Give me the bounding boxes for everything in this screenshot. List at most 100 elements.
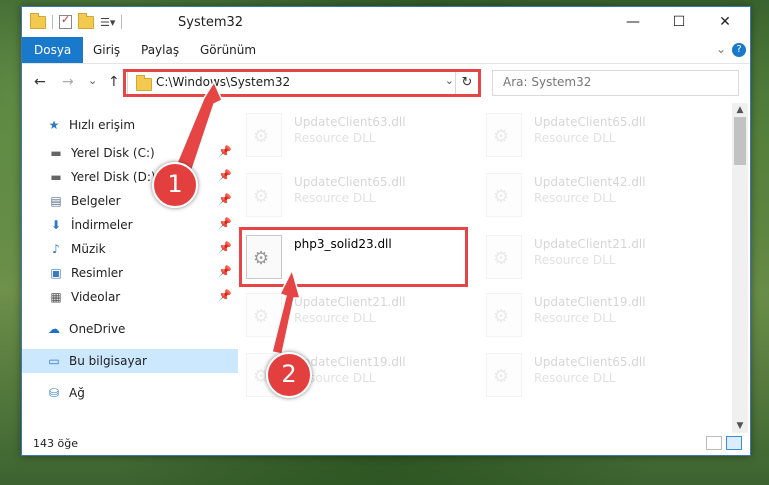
sidebar-item[interactable]: ▬ Yerel Disk (C:) 📌 [22, 141, 240, 165]
downloads-icon: ⬇ [50, 218, 62, 232]
file-item[interactable]: UpdateClient19.dll Resource DLL [486, 289, 716, 343]
tab-share[interactable]: Paylaş [129, 37, 191, 63]
sidebar-item[interactable]: ▦ Videolar 📌 [22, 285, 240, 309]
forward-button[interactable]: → [62, 74, 74, 90]
divider [52, 15, 53, 29]
navigation-pane: ★ Hızlı erişim ▬ Yerel Disk (C:) 📌 ▬ Yerel Dis… [22, 103, 238, 433]
sidebar-item-label: OneDrive [69, 322, 126, 336]
file-description: Resource DLL [534, 131, 616, 145]
pictures-icon: ▣ [50, 266, 62, 280]
dll-file-icon [246, 113, 282, 157]
file-description: Resource DLL [534, 311, 616, 325]
sidebar-item[interactable]: ♪ Müzik 📌 [22, 237, 240, 261]
up-button[interactable]: ↑ [108, 74, 120, 90]
properties-icon[interactable] [59, 13, 72, 29]
file-highlight-box [239, 227, 468, 287]
vertical-scrollbar[interactable]: ▲ ▼ [732, 103, 748, 433]
sidebar-item[interactable]: ⛁ Ağ [22, 381, 238, 405]
file-item[interactable]: UpdateClient65.dll Resource DLL [486, 349, 716, 403]
file-description: Resource DLL [534, 253, 616, 267]
pin-icon[interactable]: 📌 [218, 169, 232, 182]
file-item[interactable]: UpdateClient63.dll Resource DLL [246, 109, 476, 163]
file-description: Resource DLL [294, 131, 376, 145]
tiles-view-icon[interactable] [726, 436, 742, 450]
sidebar-item-label: İndirmeler [71, 218, 133, 232]
ribbon-expand-icon[interactable]: ⌄ [716, 42, 726, 56]
sidebar-item[interactable]: ★ Hızlı erişim [22, 113, 238, 137]
title-bar: ☰▾ System32 — ☐ ✕ [22, 7, 750, 37]
dll-file-icon [486, 353, 522, 397]
file-name: UpdateClient65.dll [534, 115, 646, 129]
window-title: System32 [178, 15, 244, 30]
sidebar-item[interactable]: ⬇ İndirmeler 📌 [22, 213, 240, 237]
sidebar-item-label: Hızlı erişim [69, 118, 136, 132]
step-marker-2: 2 [266, 352, 312, 398]
maximize-button[interactable]: ☐ [656, 7, 702, 37]
sidebar-item-label: Yerel Disk (D:) [71, 170, 156, 184]
file-description: Resource DLL [294, 311, 376, 325]
file-name: UpdateClient65.dll [534, 355, 646, 369]
scroll-down-icon[interactable]: ▼ [732, 421, 748, 431]
sidebar-item[interactable]: ▭ Bu bilgisayar [22, 349, 238, 373]
pin-icon[interactable]: 📌 [218, 265, 232, 278]
divider [121, 15, 123, 29]
dll-file-icon [486, 235, 522, 279]
pin-icon[interactable]: 📌 [218, 217, 232, 230]
file-name: UpdateClient19.dll [534, 295, 646, 309]
sidebar-item[interactable]: ▣ Resimler 📌 [22, 261, 240, 285]
tab-home[interactable]: Giriş [81, 37, 132, 63]
file-name: UpdateClient42.dll [534, 175, 646, 189]
search-input[interactable]: Ara: System32 [492, 70, 739, 96]
sidebar-item-label: Belgeler [71, 194, 121, 208]
item-count: 143 öğe [33, 437, 78, 450]
sidebar-item[interactable]: ▬ Yerel Disk (D:) 📌 [22, 165, 240, 189]
pin-icon[interactable]: 📌 [218, 241, 232, 254]
file-name: UpdateClient63.dll [294, 115, 406, 129]
sidebar-item-label: Yerel Disk (C:) [71, 146, 155, 160]
pin-icon[interactable]: 📌 [218, 289, 232, 302]
file-item[interactable]: UpdateClient65.dll Resource DLL [486, 109, 716, 163]
drive-icon: ▬ [50, 170, 62, 184]
close-button[interactable]: ✕ [702, 7, 748, 37]
sidebar-item[interactable]: ▤ Belgeler 📌 [22, 189, 240, 213]
tab-view[interactable]: Görünüm [188, 37, 268, 63]
sidebar-item-label: Videolar [71, 290, 121, 304]
scroll-up-icon[interactable]: ▲ [732, 105, 748, 115]
sidebar-item[interactable]: ☁ OneDrive [22, 317, 238, 341]
help-icon[interactable]: ? [732, 43, 746, 57]
file-description: Resource DLL [534, 191, 616, 205]
music-icon: ♪ [52, 242, 60, 256]
scrollbar-thumb[interactable] [734, 117, 746, 165]
sidebar-item-label: Ağ [69, 386, 85, 400]
recent-locations-button[interactable]: ⌄ [88, 74, 97, 87]
tab-file[interactable]: Dosya [22, 37, 84, 63]
file-item[interactable]: UpdateClient42.dll Resource DLL [486, 169, 716, 223]
documents-icon: ▤ [50, 194, 62, 208]
customize-toolbar-icon[interactable]: ☰▾ [100, 16, 115, 29]
back-button[interactable]: ← [34, 74, 46, 90]
search-placeholder: Ara: System32 [503, 75, 592, 89]
file-item[interactable]: UpdateClient21.dll Resource DLL [246, 289, 476, 343]
file-description: Resource DLL [294, 191, 376, 205]
step-marker-1: 1 [152, 162, 198, 208]
file-description: Resource DLL [534, 371, 616, 385]
ribbon-tabs: Dosya Giriş Paylaş Görünüm ⌄ ? [22, 37, 750, 64]
pin-icon[interactable]: 📌 [218, 193, 232, 206]
status-bar: 143 öğe [22, 433, 750, 455]
network-icon: ⛁ [48, 386, 60, 400]
file-name: UpdateClient21.dll [294, 295, 406, 309]
sidebar-item-label: Resimler [71, 266, 124, 280]
folder-icon [30, 12, 46, 29]
pin-icon[interactable]: 📌 [218, 145, 232, 158]
minimize-button[interactable]: — [610, 7, 656, 37]
dll-file-icon [246, 293, 282, 337]
dll-file-icon [486, 293, 522, 337]
details-view-icon[interactable] [706, 436, 722, 450]
file-item[interactable]: UpdateClient65.dll Resource DLL [246, 169, 476, 223]
star-icon: ★ [48, 118, 60, 132]
dll-file-icon [486, 173, 522, 217]
onedrive-icon: ☁ [48, 322, 60, 336]
file-item[interactable]: UpdateClient21.dll Resource DLL [486, 231, 716, 285]
address-highlight-box [123, 69, 481, 97]
new-folder-icon[interactable] [78, 12, 94, 29]
